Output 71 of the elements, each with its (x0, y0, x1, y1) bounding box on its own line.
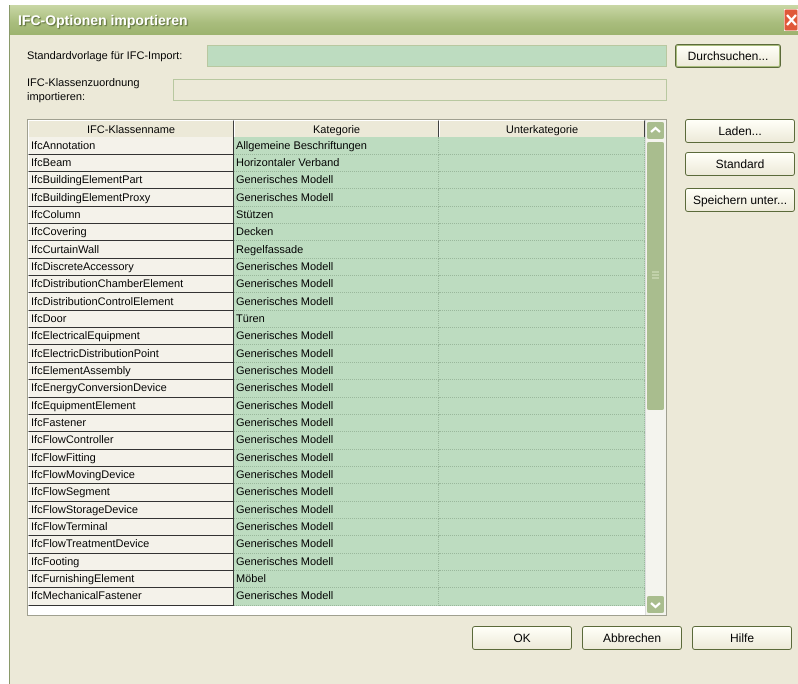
table-cell: Generisches Modell (234, 518, 439, 536)
table-cell: IfcFastener (28, 414, 234, 432)
table-cell: IfcBeam (28, 154, 234, 172)
table-cell: IfcFlowTreatmentDevice (28, 536, 234, 554)
side-button[interactable]: Standard (685, 152, 795, 176)
table-cell: Horizontaler Verband (234, 154, 439, 172)
table-cell: IfcBuildingElementProxy (28, 189, 234, 207)
window-title: IFC-Optionen importieren (18, 12, 188, 28)
path-field[interactable] (207, 45, 667, 67)
table-cell: IfcDoor (28, 310, 234, 328)
browse-button[interactable]: Durchsuchen... (675, 44, 781, 68)
table-cell: IfcColumn (28, 206, 234, 224)
table-cell: IfcFurnishingElement (28, 570, 234, 588)
table-cell: IfcFlowController (28, 432, 234, 450)
table-cell: Generisches Modell (234, 502, 439, 519)
table-cell: Generisches Modell (234, 466, 439, 484)
table-cell: Generisches Modell (234, 189, 439, 207)
scrollbar[interactable] (645, 120, 666, 615)
table-cell: IfcFlowSegment (28, 484, 234, 502)
table-cell: Allgemeine Beschriftungen (234, 137, 439, 155)
table-cell: Türen (234, 310, 439, 328)
table-cell: Stützen (234, 206, 439, 224)
table-cell: IfcMechanicalFastener (28, 588, 234, 606)
table-cell: IfcElectricalEquipment (28, 328, 234, 346)
table-cell: Decken (234, 224, 439, 242)
field-label: Standardvorlage für IFC-Import: (27, 49, 184, 63)
table-cell: Generisches Modell (234, 432, 439, 450)
table-cell: IfcFlowStorageDevice (28, 502, 234, 519)
table-cell: IfcFooting (28, 554, 234, 571)
table-cell: Generisches Modell (234, 450, 439, 467)
table-cell: Generisches Modell (234, 258, 439, 276)
table-cell: IfcEquipmentElement (28, 398, 234, 415)
table-cell: Generisches Modell (234, 172, 439, 190)
table-cell: IfcFlowMovingDevice (28, 466, 234, 484)
table-cell: Regelfassade (234, 241, 439, 259)
dialog-button[interactable]: Abbrechen (582, 626, 682, 650)
table-cell: Generisches Modell (234, 484, 439, 502)
side-button[interactable]: Speichern unter... (685, 188, 795, 212)
table-cell: Generisches Modell (234, 345, 439, 363)
scroll-down-icon[interactable] (647, 596, 664, 613)
table-cell: Generisches Modell (234, 276, 439, 294)
table-cell: IfcCurtainWall (28, 241, 234, 259)
dialog-button[interactable]: OK (472, 626, 572, 650)
table-cell: Generisches Modell (234, 554, 439, 571)
table-cell: IfcDistributionControlElement (28, 293, 234, 311)
table-cell: IfcElementAssembly (28, 362, 234, 380)
dialog-button[interactable]: Hilfe (692, 626, 792, 650)
table-cell: IfcCovering (28, 224, 234, 242)
table-cell: IfcFlowTerminal (28, 518, 234, 536)
table-cell: IfcElectricDistributionPoint (28, 345, 234, 363)
table-cell: Generisches Modell (234, 536, 439, 554)
table-cell: Generisches Modell (234, 398, 439, 415)
table-cell: Generisches Modell (234, 362, 439, 380)
table-cell: Generisches Modell (234, 414, 439, 432)
table-cell: IfcEnergyConversionDevice (28, 380, 234, 398)
close-icon[interactable] (784, 9, 798, 31)
table-cell: IfcDiscreteAccessory (28, 258, 234, 276)
table-cell: Generisches Modell (234, 328, 439, 346)
table-cell: Generisches Modell (234, 293, 439, 311)
scroll-up-icon[interactable] (647, 122, 664, 139)
table-cell: Generisches Modell (234, 380, 439, 398)
scroll-thumb[interactable] (647, 142, 664, 410)
table-cell: IfcBuildingElementPart (28, 172, 234, 190)
table-cell: IfcDistributionChamberElement (28, 276, 234, 294)
table-cell: IfcFlowFitting (28, 450, 234, 467)
table-cell: IfcAnnotation (28, 137, 234, 155)
table-cell: Möbel (234, 570, 439, 588)
field-label: IFC-Klassenzuordnung importieren: (27, 76, 141, 104)
side-button[interactable]: Laden... (685, 119, 795, 143)
table-cell: Generisches Modell (234, 588, 439, 606)
path-field[interactable] (173, 79, 667, 101)
